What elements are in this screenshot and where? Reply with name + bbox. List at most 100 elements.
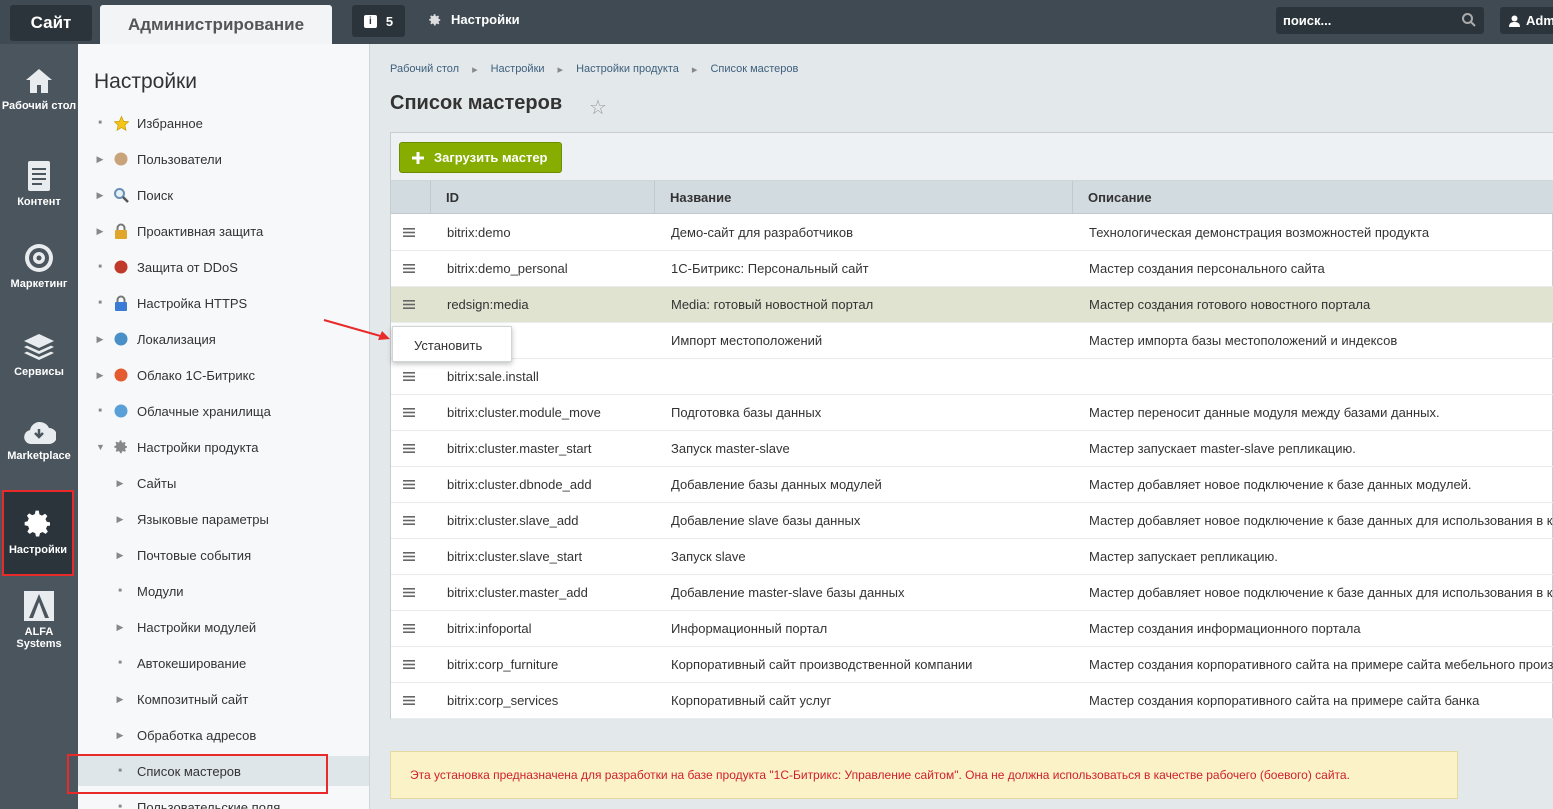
cell-name: Добавление slave базы данных: [671, 513, 861, 528]
sidebar-item[interactable]: ▶ Языковые параметры: [78, 504, 369, 534]
table-row[interactable]: bitrix:cluster.slave_start Запуск slave Ма…: [391, 539, 1553, 575]
breadcrumb: Рабочий стол ▸ Настройки ▸ Настройки про…: [390, 63, 798, 76]
row-menu-icon[interactable]: [403, 660, 415, 669]
cell-description: Мастер создания корпоративного сайта на …: [1089, 693, 1480, 708]
nav-settings[interactable]: Настройки: [2, 490, 74, 576]
sidebar-item[interactable]: ▶ Сайты: [78, 468, 369, 498]
chevron-down-icon[interactable]: ▼: [96, 442, 105, 452]
chevron-right-icon[interactable]: ▶: [116, 730, 124, 741]
search-box[interactable]: [1276, 7, 1484, 34]
cell-description: Мастер добавляет новое подключение к баз…: [1089, 585, 1553, 600]
row-menu-icon[interactable]: [403, 480, 415, 489]
admin-tab[interactable]: Администрирование: [100, 5, 332, 44]
nav-services[interactable]: Сервисы: [0, 332, 78, 378]
chevron-right-icon[interactable]: ▶: [96, 370, 104, 381]
column-header-id[interactable]: ID: [431, 181, 655, 214]
top-settings-button[interactable]: Настройки: [428, 12, 520, 27]
sidebar-item[interactable]: ▶ Поиск: [78, 180, 369, 210]
breadcrumb-item[interactable]: Настройки продукта: [576, 63, 679, 76]
nav-content[interactable]: Контент: [0, 160, 78, 208]
chevron-right-icon[interactable]: ▶: [116, 514, 124, 525]
cell-name: Запуск slave: [671, 549, 746, 564]
table-row[interactable]: bitrix:cluster.master_add Добавление mast…: [391, 575, 1553, 611]
row-menu-icon[interactable]: [403, 372, 415, 381]
sidebar-item[interactable]: ▶ Облако 1С-Битрикс: [78, 360, 369, 390]
table-row[interactable]: bitrix:corp_furniture Корпоративный сайт …: [391, 647, 1553, 683]
sidebar-item[interactable]: ▶ Проактивная защита: [78, 216, 369, 246]
context-menu: Установить: [392, 326, 512, 362]
column-header-description[interactable]: Описание: [1073, 181, 1553, 214]
sidebar-item[interactable]: ■ Защита от DDoS: [78, 252, 369, 282]
row-menu-icon[interactable]: [403, 516, 415, 525]
chevron-right-icon[interactable]: ▶: [96, 334, 104, 345]
nav-alfa-systems[interactable]: ALFA Systems: [0, 590, 78, 650]
row-menu-icon[interactable]: [403, 228, 415, 237]
row-menu-icon[interactable]: [403, 624, 415, 633]
sidebar-item[interactable]: ▼ Настройки продукта: [78, 432, 369, 462]
nav-marketplace[interactable]: Marketplace: [0, 420, 78, 462]
row-menu-icon[interactable]: [403, 264, 415, 273]
chevron-right-icon[interactable]: ▶: [116, 478, 124, 489]
cell-name: 1С-Битрикс: Персональный сайт: [671, 261, 869, 276]
nav-desktop[interactable]: Рабочий стол: [0, 66, 78, 112]
chevron-right-icon[interactable]: ▶: [96, 154, 104, 165]
load-master-button[interactable]: Загрузить мастер: [399, 142, 562, 173]
sidebar-item[interactable]: ■ Автокеширование: [78, 648, 369, 678]
row-menu-icon[interactable]: [403, 300, 415, 309]
favorite-star-icon[interactable]: ☆: [589, 95, 607, 120]
chevron-right-icon[interactable]: ▶: [116, 622, 124, 633]
column-header-name[interactable]: Название: [655, 181, 1073, 214]
sidebar-item[interactable]: ■ Облачные хранилища: [78, 396, 369, 426]
table-row[interactable]: bitrix:cluster.slave_add Добавление slave…: [391, 503, 1553, 539]
table-row[interactable]: bitrix:corp_services Корпоративный сайт у…: [391, 683, 1553, 719]
search-input[interactable]: [1276, 7, 1456, 34]
bullet-icon: ■: [118, 768, 122, 774]
chevron-right-icon[interactable]: ▶: [116, 694, 124, 705]
table-row[interactable]: bitrix:sale.install: [391, 359, 1553, 395]
user-menu[interactable]: Adm: [1500, 7, 1553, 34]
breadcrumb-item[interactable]: Настройки: [491, 63, 545, 76]
site-tab[interactable]: Сайт: [10, 5, 92, 41]
cell-name: Запуск master-slave: [671, 441, 790, 456]
chevron-right-icon: ▸: [691, 64, 698, 76]
row-menu-icon[interactable]: [403, 444, 415, 453]
breadcrumb-item[interactable]: Список мастеров: [710, 63, 798, 76]
chevron-right-icon[interactable]: ▶: [96, 226, 104, 237]
row-menu-icon[interactable]: [403, 588, 415, 597]
notifications-button[interactable]: i 5: [352, 5, 405, 37]
sidebar-item[interactable]: ▶ Почтовые события: [78, 540, 369, 570]
table-row[interactable]: bitrix:cluster.master_start Запуск master…: [391, 431, 1553, 467]
sidebar-item[interactable]: ▶ Обработка адресов: [78, 720, 369, 750]
table-row[interactable]: ocationsИмпорт местоположенийМастер импо…: [391, 323, 1553, 359]
row-menu-icon[interactable]: [403, 408, 415, 417]
table-row[interactable]: redsign:media Media: готовый новостной по…: [391, 287, 1553, 323]
sidebar-item[interactable]: ■ Модули: [78, 576, 369, 606]
table-row[interactable]: bitrix:cluster.module_move Подготовка баз…: [391, 395, 1553, 431]
nav-marketing[interactable]: Маркетинг: [0, 242, 78, 290]
globe-icon: [112, 330, 130, 348]
cell-id: bitrix:sale.install: [447, 369, 539, 384]
table-row[interactable]: bitrix:demo Демо-сайт для разработчиков Те…: [391, 215, 1553, 251]
sidebar-item[interactable]: ■ Пользовательские поля: [78, 792, 369, 809]
chevron-right-icon[interactable]: ▶: [96, 190, 104, 201]
search-icon[interactable]: [1461, 12, 1477, 28]
cell-description: Мастер добавляет новое подключение к баз…: [1089, 477, 1472, 492]
gear-icon: [112, 438, 130, 456]
chevron-right-icon[interactable]: ▶: [116, 550, 124, 561]
breadcrumb-item[interactable]: Рабочий стол: [390, 63, 459, 76]
sidebar-item[interactable]: ▶ Пользователи: [78, 144, 369, 174]
context-menu-install[interactable]: Установить: [414, 338, 482, 353]
cell-id: bitrix:infoportal: [447, 621, 532, 636]
sidebar-item[interactable]: ▶ Композитный сайт: [78, 684, 369, 714]
sidebar-item[interactable]: ■ Настройка HTTPS: [78, 288, 369, 318]
sidebar-item[interactable]: ▶ Настройки модулей: [78, 612, 369, 642]
row-menu-icon[interactable]: [403, 552, 415, 561]
table-row[interactable]: bitrix:cluster.dbnode_add Добавление базы…: [391, 467, 1553, 503]
table-row[interactable]: bitrix:infoportal Информационный портал Ма…: [391, 611, 1553, 647]
sidebar-item-label: Настройки продукта: [137, 439, 259, 455]
cell-name: Информационный портал: [671, 621, 828, 636]
sidebar-item[interactable]: ■ Избранное: [78, 108, 369, 138]
row-menu-icon[interactable]: [403, 696, 415, 705]
sidebar-item[interactable]: ■ Список мастеров: [78, 756, 369, 786]
table-row[interactable]: bitrix:demo_personal 1С-Битрикс: Персонал…: [391, 251, 1553, 287]
